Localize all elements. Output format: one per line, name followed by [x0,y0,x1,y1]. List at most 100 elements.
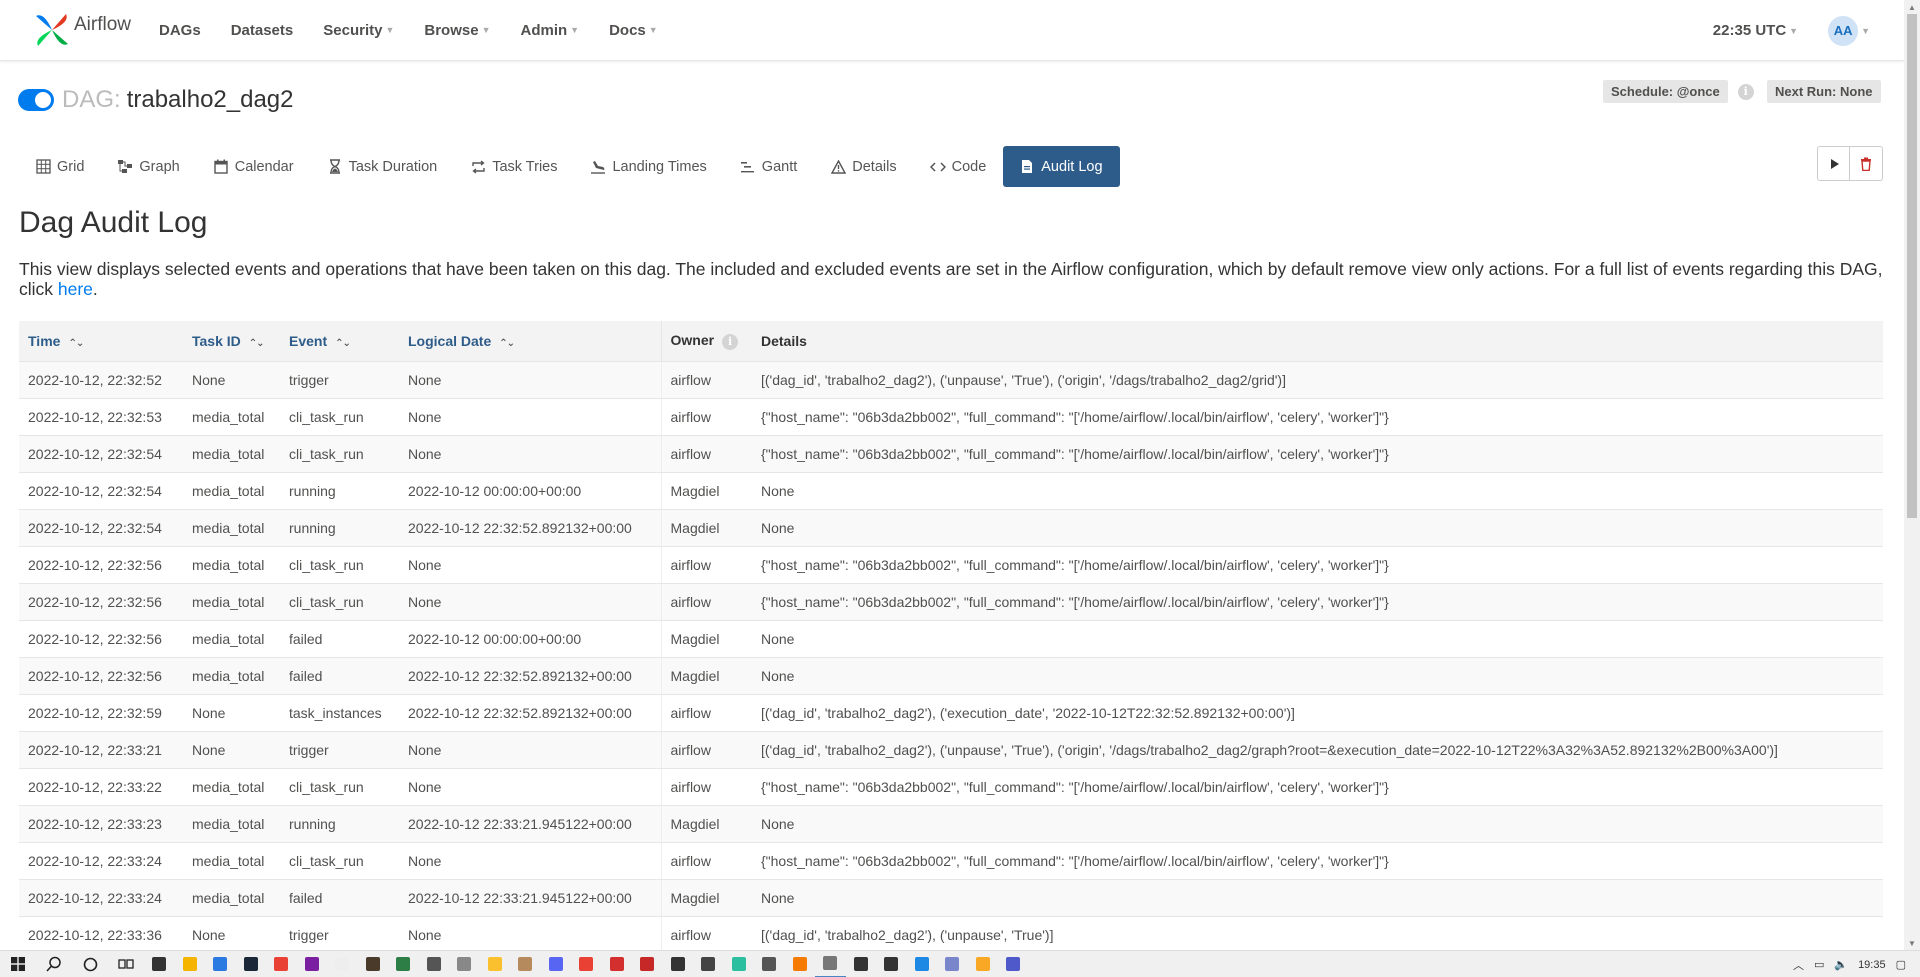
taskbar-app-icon[interactable] [297,951,328,977]
nav-item-datasets[interactable]: Datasets [231,22,294,39]
task-id-cell: None [183,361,280,399]
nav-item-browse[interactable]: Browse ▼ [424,22,490,39]
details-cell: [('dag_id', 'trabalho2_dag2'), ('unpause… [752,916,1883,954]
owner-cell: Magdiel [660,879,752,917]
taskbar-app-icon[interactable] [846,951,877,977]
task-id-cell: None [183,916,280,954]
windows-start-icon[interactable] [0,951,36,977]
nav-item-admin[interactable]: Admin ▼ [520,22,579,39]
tab-details[interactable]: Details [814,146,913,187]
taskbar-app-icon[interactable] [449,951,480,977]
event-cell: running [280,805,399,843]
taskbar-app-icon[interactable] [205,951,236,977]
info-icon[interactable]: i [1737,83,1754,100]
taskbar-app-icon[interactable] [724,951,755,977]
logical-date-cell: 2022-10-12 22:33:21.945122+00:00 [399,879,661,917]
trigger-dag-button[interactable] [1817,146,1850,181]
owner-cell: Magdiel [660,657,752,695]
taskbar-app-icon[interactable] [907,951,938,977]
owner-cell: airflow [660,768,752,806]
task-id-cell: media_total [183,842,280,880]
taskbar-app-icon[interactable] [968,951,999,977]
details-cell: None [752,879,1883,917]
column-header-task-id[interactable]: Task ID ⌃⌄ [183,321,280,362]
taskbar-app-icon[interactable] [998,951,1029,977]
scrollbar-thumb[interactable] [1907,14,1917,518]
details-cell: {"host_name": "06b3da2bb002", "full_comm… [752,398,1883,436]
taskbar-app-icon[interactable] [327,951,358,977]
owner-cell: airflow [660,694,752,732]
taskbar-app-icon[interactable] [937,951,968,977]
chevron-up-icon[interactable]: ︿ [1793,957,1804,973]
tab-code[interactable]: Code [914,146,1004,187]
taskbar-app-icon[interactable] [480,951,511,977]
task-view-icon[interactable] [108,951,144,977]
tab-calendar[interactable]: Calendar [197,146,311,187]
app-glyph [243,957,258,971]
dag-pause-toggle[interactable] [18,89,54,111]
taskbar-app-icon[interactable] [236,951,267,977]
airflow-logo[interactable]: Airflow [32,0,131,61]
event-cell: cli_task_run [280,768,399,806]
time-cell: 2022-10-12, 22:33:22 [19,768,183,806]
nav-item-docs[interactable]: Docs ▼ [609,22,658,39]
audit-log-link[interactable]: here [58,279,93,299]
taskbar-clock[interactable]: 19:35 [1858,959,1886,971]
taskbar-app-icon[interactable] [632,951,663,977]
cortana-icon[interactable] [72,951,108,977]
taskbar-app-icon[interactable] [510,951,541,977]
taskbar-app-icon[interactable] [175,951,206,977]
taskbar-app-icon[interactable] [571,951,602,977]
owner-cell: airflow [660,546,752,584]
trash-icon [1861,157,1871,171]
time-cell: 2022-10-12, 22:33:24 [19,879,183,917]
tab-graph[interactable]: Graph [101,146,196,187]
page-scrollbar[interactable]: ▲ ▼ [1904,0,1920,950]
taskbar-app-icon[interactable] [602,951,633,977]
taskbar-app-icon[interactable] [693,951,724,977]
column-label: Event [289,332,328,349]
windows-taskbar: ︿ ▭ 🔈 19:35 ▢ [0,950,1920,977]
search-icon[interactable] [36,951,72,977]
tab-task-duration[interactable]: Task Duration [311,146,455,187]
taskbar-app-icon[interactable] [358,951,389,977]
taskbar-app-icon[interactable] [785,951,816,977]
taskbar-app-icon[interactable] [663,951,694,977]
info-icon[interactable]: i [722,333,739,350]
scroll-down-arrow-icon[interactable]: ▼ [1904,936,1920,950]
utc-clock[interactable]: 22:35 UTC ▼ [1713,22,1798,39]
taskbar-app-icon[interactable] [388,951,419,977]
tab-landing-times[interactable]: Landing Times [574,146,723,187]
app-glyph [701,957,716,971]
taskbar-app-icon[interactable] [541,951,572,977]
taskbar-app-icon[interactable] [144,951,175,977]
details-cell: [('dag_id', 'trabalho2_dag2'), ('executi… [752,694,1883,732]
taskbar-app-icon[interactable] [754,951,785,977]
app-glyph [609,957,624,971]
delete-dag-button[interactable] [1850,146,1883,181]
column-header-logical-date[interactable]: Logical Date ⌃⌄ [399,321,661,362]
notification-icon[interactable]: ▢ [1896,958,1906,971]
tab-label: Graph [139,158,180,175]
column-header-time[interactable]: Time ⌃⌄ [19,321,183,362]
page-title: Dag Audit Log [19,206,208,239]
scroll-up-arrow-icon[interactable]: ▲ [1904,0,1920,14]
tab-audit-log[interactable]: Audit Log [1003,146,1120,187]
taskbar-app-icon[interactable] [876,951,907,977]
taskbar-app-icon[interactable] [815,951,846,977]
task-id-cell: media_total [183,805,280,843]
nav-item-security[interactable]: Security ▼ [323,22,394,39]
volume-icon[interactable]: 🔈 [1834,958,1848,971]
tab-gantt[interactable]: Gantt [724,146,814,187]
table-row: 2022-10-12, 22:32:54 media_total running 20… [19,509,1883,547]
taskbar-app-icon[interactable] [419,951,450,977]
tab-task-tries[interactable]: Task Tries [454,146,574,187]
nav-item-dags[interactable]: DAGs [159,22,201,39]
user-menu[interactable]: AA ▼ [1828,15,1870,46]
event-cell: failed [280,657,399,695]
battery-icon[interactable]: ▭ [1814,958,1824,971]
taskbar-app-icon[interactable] [266,951,297,977]
app-glyph [579,957,594,971]
tab-grid[interactable]: Grid [18,146,101,187]
column-header-event[interactable]: Event ⌃⌄ [280,321,399,362]
